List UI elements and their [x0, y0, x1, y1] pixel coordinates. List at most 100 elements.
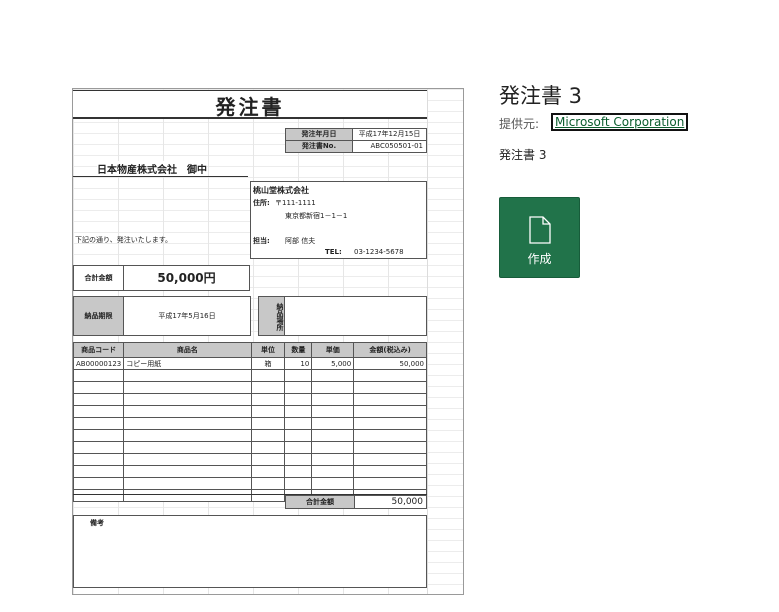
table-cell [123, 393, 252, 406]
recipient-name: 日本物産株式会社 御中 [97, 161, 207, 176]
table-cell: 箱 [250, 357, 286, 370]
supplier-box: 桃山堂株式会社 住所: 〒111-1111 東京都新宿1－1－1 担当: 阿部 … [250, 181, 427, 259]
document-title: 発注書 [73, 91, 427, 119]
table-cell [73, 393, 125, 406]
column-header: 商品コード [73, 342, 125, 358]
table-row [73, 429, 427, 442]
table-cell [311, 441, 355, 454]
table-row [73, 477, 427, 490]
table-cell [250, 441, 286, 454]
column-header: 単位 [250, 342, 286, 358]
notes-label: 備考 [90, 519, 104, 527]
table-cell [353, 393, 427, 406]
table-cell [353, 453, 427, 466]
table-cell [250, 465, 286, 478]
provider-link[interactable]: Microsoft Corporation [551, 113, 689, 131]
create-button-label: 作成 [527, 252, 552, 266]
table-cell [73, 405, 125, 418]
sum-value: 50,000 [354, 495, 427, 509]
table-row [73, 381, 427, 394]
table-row [73, 453, 427, 466]
table-row [73, 417, 427, 430]
items-body: AB00000123 コピー用紙箱 10 5,000 50,000 [73, 357, 427, 502]
table-cell [284, 465, 313, 478]
total-amount: 50,000円 [123, 265, 250, 291]
table-cell [123, 429, 252, 442]
table-cell [73, 369, 125, 382]
table-cell [311, 453, 355, 466]
table-row: AB00000123 コピー用紙箱 10 5,000 50,000 [73, 357, 427, 370]
table-cell [250, 429, 286, 442]
table-cell: コピー用紙 [123, 357, 252, 370]
provider-label: 提供元: [499, 117, 540, 131]
order-number-value: ABC050501-01 [352, 140, 427, 153]
table-cell [284, 441, 313, 454]
table-header-row: 商品コード 商品名 単位 数量 単価 金額(税込み) [73, 342, 427, 358]
table-cell [284, 429, 313, 442]
table-cell [123, 465, 252, 478]
column-header: 商品名 [123, 342, 252, 358]
supplier-address: 東京都新宿1－1－1 [285, 212, 348, 220]
new-document-icon [528, 216, 552, 248]
place-value [284, 296, 427, 336]
table-cell [123, 453, 252, 466]
table-cell [123, 417, 252, 430]
table-cell [250, 405, 286, 418]
table-cell [123, 405, 252, 418]
contact-label: 担当: [253, 237, 270, 245]
table-cell [123, 441, 252, 454]
table-cell [73, 441, 125, 454]
table-cell [284, 453, 313, 466]
table-cell [311, 369, 355, 382]
table-cell [311, 393, 355, 406]
spreadsheet-preview: 発注書 発注年月日 平成17年12月15日 発注書No. ABC050501-0… [73, 89, 427, 594]
column-header: 単価 [311, 342, 355, 358]
table-cell: 10 [284, 357, 313, 370]
table-cell: 50,000 [353, 357, 427, 370]
table-cell [73, 489, 125, 502]
recipient-underline [73, 176, 248, 177]
total-label: 合計金額 [73, 265, 124, 291]
table-cell [353, 369, 427, 382]
table-cell [123, 381, 252, 394]
spreadsheet-grid-margin [427, 89, 463, 594]
tel-number: 03-1234-5678 [354, 248, 404, 256]
table-cell [284, 405, 313, 418]
create-button[interactable]: 作成 [499, 197, 580, 278]
template-subtitle: 発注書 3 [499, 148, 547, 162]
order-number-label: 発注書No. [285, 140, 353, 153]
table-cell [123, 477, 252, 490]
table-row [73, 465, 427, 478]
sum-rule [73, 494, 427, 495]
table-row [73, 369, 427, 382]
table-cell [73, 453, 125, 466]
table-cell [353, 477, 427, 490]
intro-text: 下記の通り、発注いたします。 [75, 236, 173, 244]
deadline-value: 平成17年5月16日 [123, 296, 251, 336]
table-cell [250, 369, 286, 382]
place-label: 納品場所 [258, 296, 285, 336]
table-cell [353, 441, 427, 454]
template-title: 発注書 3 [499, 84, 583, 108]
address-label: 住所: [253, 199, 270, 207]
contact-name: 阿部 信夫 [285, 237, 316, 245]
column-header: 数量 [284, 342, 313, 358]
table-cell [250, 489, 286, 502]
table-cell [73, 417, 125, 430]
table-cell [73, 477, 125, 490]
table-cell [73, 429, 125, 442]
postal-code: 〒111-1111 [275, 199, 316, 207]
table-cell [284, 369, 313, 382]
table-row [73, 441, 427, 454]
table-cell [311, 405, 355, 418]
table-cell [311, 465, 355, 478]
table-cell [353, 381, 427, 394]
table-cell [250, 381, 286, 394]
table-cell [250, 453, 286, 466]
table-cell [311, 477, 355, 490]
table-cell [353, 429, 427, 442]
table-cell: AB00000123 [73, 357, 125, 370]
table-cell [353, 405, 427, 418]
table-cell [123, 489, 252, 502]
table-cell [284, 417, 313, 430]
